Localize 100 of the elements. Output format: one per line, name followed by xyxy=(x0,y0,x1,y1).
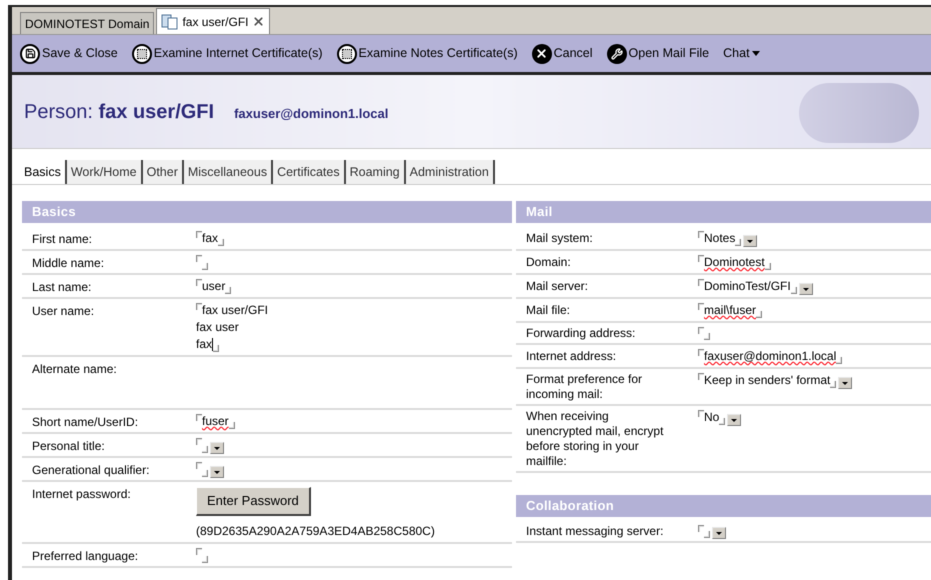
field-label: Instant messaging server: xyxy=(526,524,664,539)
form-tab[interactable]: Roaming xyxy=(346,160,406,184)
field-start-icon xyxy=(196,231,202,238)
field-label: Internet address: xyxy=(526,349,616,364)
field-label: Mail server: xyxy=(526,279,588,294)
field-value[interactable]: user xyxy=(202,278,226,295)
field-end-icon xyxy=(704,333,710,340)
field-value[interactable]: No xyxy=(704,409,720,426)
field-end-icon xyxy=(735,239,742,246)
form-tab[interactable]: Work/Home xyxy=(66,160,143,184)
field-value[interactable]: Dominotest xyxy=(704,254,765,271)
caret-icon xyxy=(747,240,754,242)
field-start-icon xyxy=(698,373,704,380)
dropdown-button[interactable] xyxy=(210,466,224,478)
field-label: Preferred language: xyxy=(32,549,138,564)
field-value[interactable]: fax user xyxy=(196,319,239,336)
toolbar-button[interactable]: Examine Notes Certificate(s) xyxy=(336,44,518,64)
field-start-icon xyxy=(196,414,202,421)
field-end-icon xyxy=(202,470,208,477)
caret-icon xyxy=(731,418,738,422)
field-start-icon xyxy=(196,303,202,310)
field-end-icon xyxy=(202,263,208,270)
field-start-icon xyxy=(698,349,704,356)
dropdown-button[interactable] xyxy=(798,283,813,295)
caret-icon xyxy=(716,532,722,534)
window-tab[interactable]: fax user/GFI xyxy=(156,8,270,34)
dropdown-button[interactable] xyxy=(727,414,742,426)
dropdown-button[interactable] xyxy=(838,377,852,389)
field-start-icon xyxy=(698,255,704,262)
field-end-icon xyxy=(719,418,726,425)
field-label: First name: xyxy=(32,232,92,247)
field-label: Mail system: xyxy=(526,231,593,246)
field-value[interactable]: fax xyxy=(196,336,212,353)
document-icon xyxy=(161,14,180,30)
dropdown-button[interactable] xyxy=(210,442,224,454)
field-label: Mail file: xyxy=(526,303,570,318)
field-value[interactable]: DominoTest/GFI xyxy=(704,278,791,295)
field-value[interactable]: fax user/GFI xyxy=(202,302,268,319)
cancel-icon xyxy=(532,44,552,64)
field-label: Generational qualifier: xyxy=(32,463,150,478)
field-end-icon xyxy=(218,239,224,246)
toolbar-button[interactable]: Open Mail File xyxy=(606,44,710,64)
field-start-icon xyxy=(698,410,704,417)
field-end-icon xyxy=(202,446,208,453)
field-end-icon xyxy=(704,531,710,538)
form-tab[interactable]: Administration xyxy=(406,160,495,184)
field-start-icon xyxy=(196,548,202,555)
caret-icon xyxy=(752,51,760,56)
field-label: Domain: xyxy=(526,255,571,270)
field-start-icon xyxy=(196,438,202,445)
form-tab[interactable]: Other xyxy=(142,160,184,184)
field-label: Internet password: xyxy=(32,487,131,502)
toolbar-button[interactable]: Chat xyxy=(723,44,760,63)
field-label: Middle name: xyxy=(32,256,104,271)
field-value[interactable]: Notes xyxy=(704,230,736,247)
field-label: Short name/UserID: xyxy=(32,415,138,430)
section-header: Basics xyxy=(22,201,512,223)
certificate-icon xyxy=(336,44,357,64)
field-value[interactable]: fax xyxy=(202,230,218,247)
field-label: Alternate name: xyxy=(32,362,117,377)
window-tab[interactable]: DOMINOTEST Domain xyxy=(20,12,154,34)
caret-icon xyxy=(802,288,809,290)
person-email: faxuser@dominon1.local xyxy=(234,104,388,123)
field-label: Personal title: xyxy=(32,439,105,454)
field-end-icon xyxy=(790,287,797,294)
field-start-icon xyxy=(698,327,704,334)
certificate-icon xyxy=(132,44,152,64)
field-end-icon xyxy=(202,556,208,563)
field-start-icon xyxy=(698,525,704,532)
caret-icon xyxy=(842,382,848,384)
field-end-icon xyxy=(756,311,762,318)
person-title: Person: fax user/GFI xyxy=(24,100,214,124)
close-icon[interactable] xyxy=(252,15,264,28)
field-value[interactable]: fuser xyxy=(202,413,229,430)
caret-icon xyxy=(214,470,220,474)
wrench-icon xyxy=(606,44,627,64)
field-label: Format preference for incoming mail: xyxy=(526,372,644,402)
field-start-icon xyxy=(698,279,704,286)
dropdown-button[interactable] xyxy=(712,527,726,539)
field-label: Forwarding address: xyxy=(526,326,636,341)
field-label: User name: xyxy=(32,304,94,319)
enter-password-button[interactable]: Enter Password xyxy=(196,487,311,516)
field-value[interactable]: faxuser@dominon1.local xyxy=(704,348,836,365)
field-value[interactable]: Keep in senders' format xyxy=(704,372,830,389)
field-value[interactable]: mail\fuser xyxy=(704,302,756,319)
toolbar-button[interactable]: Examine Internet Certificate(s) xyxy=(132,44,323,64)
field-start-icon xyxy=(196,255,202,262)
form-tab[interactable]: Miscellaneous xyxy=(184,160,274,184)
toolbar-button[interactable]: Save & Close xyxy=(20,44,118,64)
toolbar-button[interactable]: Cancel xyxy=(532,44,593,64)
field-end-icon xyxy=(764,263,771,270)
field-end-icon xyxy=(213,345,220,352)
form-tab[interactable]: Certificates xyxy=(273,160,346,184)
field-end-icon xyxy=(225,287,232,294)
caret-icon xyxy=(214,446,220,450)
field-end-icon xyxy=(830,381,836,388)
section-header: Collaboration xyxy=(516,495,931,517)
field-start-icon xyxy=(196,279,202,286)
field-start-icon xyxy=(698,231,704,238)
dropdown-button[interactable] xyxy=(743,235,758,247)
